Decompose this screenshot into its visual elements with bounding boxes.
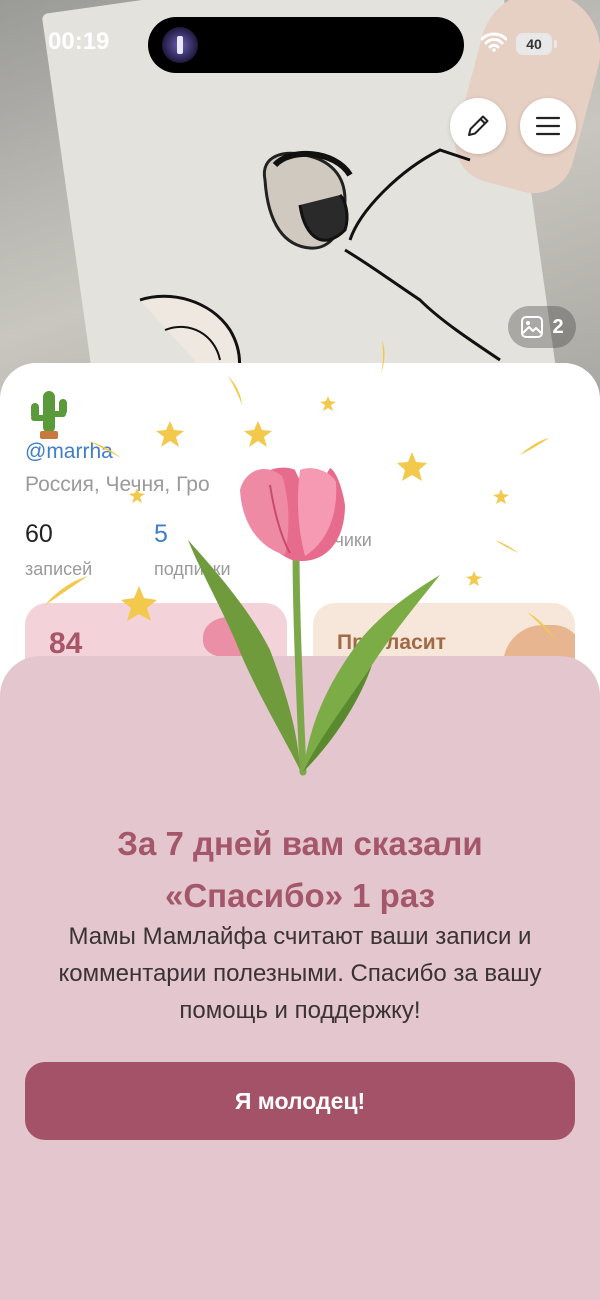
battery-level: 40 [526,36,542,52]
stat-subscriptions[interactable]: 5 подписки [154,520,231,580]
status-bar: 00:19 40 [0,0,600,90]
status-time: 00:19 [48,28,110,55]
flower-icon [203,617,255,657]
profile-cover-photo[interactable]: 00:19 40 2 [0,0,600,400]
sheet-title-line-2: «Спасибо» 1 раз [164,877,435,914]
sheet-description: Мамы Мамлайфа считают ваши записи и комм… [58,923,542,1024]
thanks-bottom-sheet: За 7 дней вам сказали «Спасибо» 1 раз Ма… [0,656,600,1300]
menu-button[interactable] [520,98,576,154]
photo-count-badge[interactable]: 2 [508,306,576,348]
flashlight-icon [162,27,198,63]
stat-subscriptions-value: 5 [154,520,168,548]
location-text: Россия, Чечня, Гро [25,473,210,496]
photo-count-value: 2 [552,315,564,338]
dynamic-island [148,17,464,73]
stat-subscriptions-label: подписки [154,559,231,579]
pencil-icon [468,115,489,136]
hamburger-icon [535,116,561,136]
battery-indicator: 40 [516,33,557,55]
cactus-icon [31,391,67,439]
stat-posts[interactable]: 60 записей [25,520,92,580]
sheet-title-line-1: За 7 дней вам сказали [117,825,483,862]
invite-label: Пригласит [337,631,446,654]
username-link[interactable]: @marrha [25,440,113,464]
stat-posts-value: 60 [25,520,53,548]
well-done-button[interactable]: Я молодец! [25,1062,575,1140]
sheet-title: За 7 дней вам сказали «Спасибо» 1 раз [40,818,560,922]
stat-followers[interactable]: подписчики [276,520,372,551]
stat-followers-label: подписчики [276,530,372,550]
stat-posts-label: записей [25,559,93,579]
image-icon [521,316,544,338]
wifi-icon [481,32,507,52]
edit-profile-button[interactable] [450,98,506,154]
